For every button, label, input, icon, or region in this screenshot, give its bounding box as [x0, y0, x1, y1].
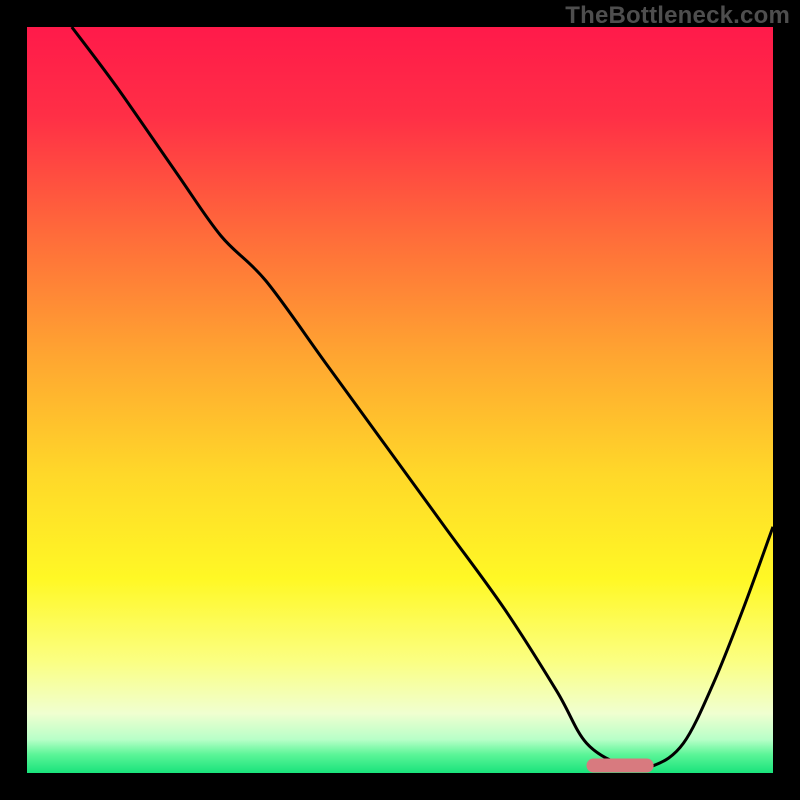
optimal-zone-marker: [587, 759, 654, 773]
chart-frame: TheBottleneck.com: [0, 0, 800, 800]
gradient-background: [27, 27, 773, 773]
chart-svg: [27, 27, 773, 773]
plot-area: [27, 27, 773, 773]
watermark-text: TheBottleneck.com: [565, 2, 790, 30]
